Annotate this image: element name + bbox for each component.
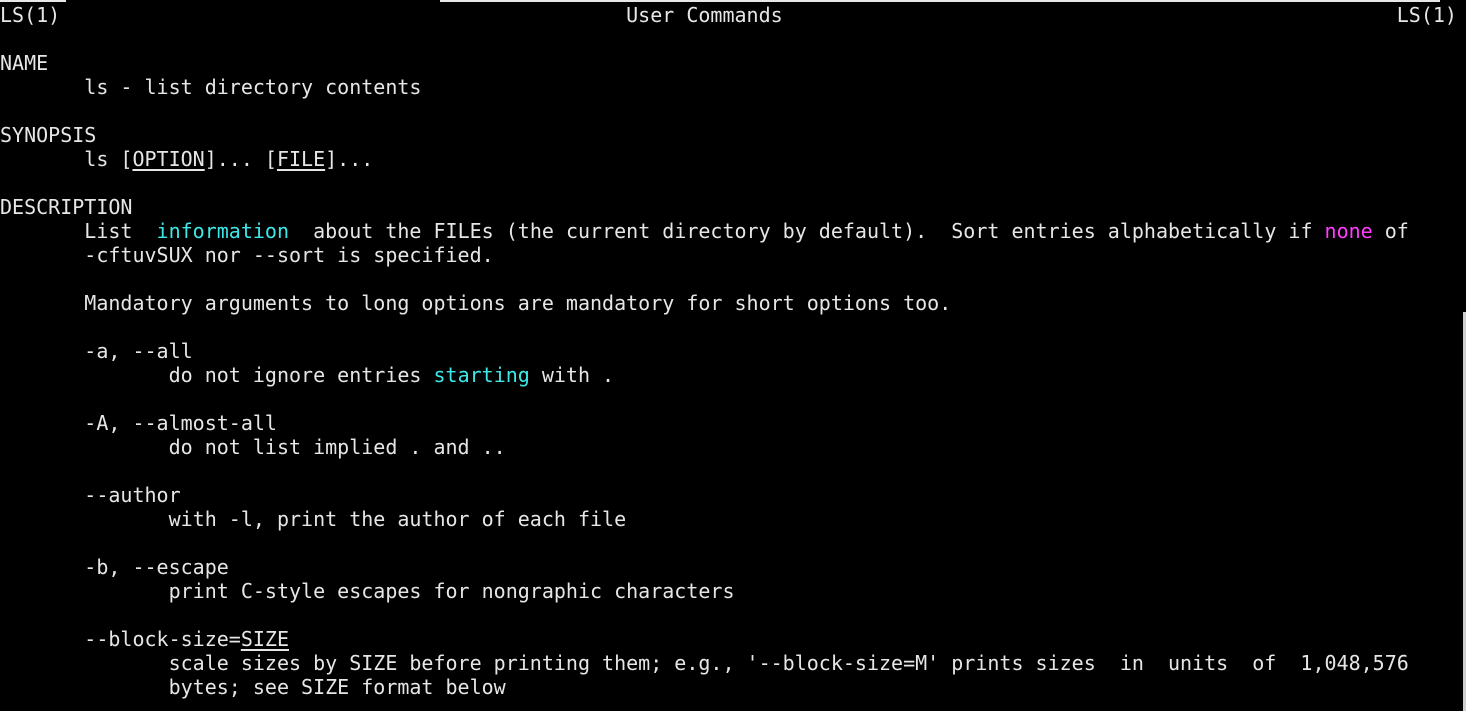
text-segment: with -l, print the author of each file xyxy=(0,507,627,531)
underlined-argument: SIZE xyxy=(240,627,289,651)
window-top-border xyxy=(0,0,66,2)
terminal-line: List information about the FILEs (the cu… xyxy=(0,219,1457,243)
terminal-line: ls [OPTION]... [FILE]... xyxy=(0,147,1457,171)
text-segment: of xyxy=(1372,219,1409,243)
text-segment: ls - list directory contents xyxy=(0,75,422,99)
terminal-line: Mandatory arguments to long options are … xyxy=(0,291,1457,315)
text-segment: print C-style escapes for nongraphic cha… xyxy=(0,579,735,603)
text-segment: -cftuvSUX nor --sort is specified. xyxy=(0,243,494,267)
text-segment: -A, --almost-all xyxy=(0,411,277,435)
text-segment: -b, --escape xyxy=(0,555,229,579)
text-segment: ]... [ xyxy=(204,147,277,171)
text-segment: -a, --all xyxy=(0,339,193,363)
highlighted-word: information xyxy=(156,219,289,243)
text-segment: with . xyxy=(529,363,615,387)
highlighted-word: none xyxy=(1324,219,1373,243)
terminal-line: -cftuvSUX nor --sort is specified. xyxy=(0,243,1457,267)
terminal-line: print C-style escapes for nongraphic cha… xyxy=(0,579,1457,603)
text-segment: ]... xyxy=(325,147,374,171)
text-segment: LS(1) User Commands LS(1) xyxy=(0,3,1457,27)
underlined-argument: OPTION xyxy=(132,147,205,171)
text-segment: do not ignore entries xyxy=(0,363,434,387)
window-top-border xyxy=(440,0,1440,2)
terminal-line: do not ignore entries starting with . xyxy=(0,363,1457,387)
terminal-line: --block-size=SIZE xyxy=(0,627,1457,651)
text-segment: do not list implied . and .. xyxy=(0,435,506,459)
terminal-line: SYNOPSIS xyxy=(0,123,1457,147)
text-segment: --author xyxy=(0,483,181,507)
terminal-line: -A, --almost-all xyxy=(0,411,1457,435)
highlighted-word: starting xyxy=(433,363,530,387)
terminal-line: bytes; see SIZE format below xyxy=(0,675,1457,699)
terminal-line: NAME xyxy=(0,51,1457,75)
terminal-line: do not list implied . and .. xyxy=(0,435,1457,459)
text-segment: SYNOPSIS xyxy=(0,123,97,147)
terminal-man-page: LS(1) User Commands LS(1) NAME ls - list … xyxy=(0,3,1457,699)
text-segment: List xyxy=(0,219,157,243)
text-segment: bytes; see SIZE format below xyxy=(0,675,506,699)
text-segment: NAME xyxy=(0,51,49,75)
man-header: LS(1) User Commands LS(1) xyxy=(0,3,1457,27)
terminal-line: DESCRIPTION xyxy=(0,195,1457,219)
text-segment: DESCRIPTION xyxy=(0,195,133,219)
text-segment: Mandatory arguments to long options are … xyxy=(0,291,952,315)
terminal-line: ls - list directory contents xyxy=(0,75,1457,99)
terminal-line: -b, --escape xyxy=(0,555,1457,579)
terminal-line: --author xyxy=(0,483,1457,507)
underlined-argument: FILE xyxy=(276,147,326,171)
text-segment: scale sizes by SIZE before printing them… xyxy=(0,651,1409,675)
terminal-line: scale sizes by SIZE before printing them… xyxy=(0,651,1457,675)
text-segment: --block-size= xyxy=(0,627,241,651)
terminal-line: -a, --all xyxy=(0,339,1457,363)
terminal-line: with -l, print the author of each file xyxy=(0,507,1457,531)
text-segment: ls [ xyxy=(0,147,133,171)
text-segment: about the FILEs (the current directory b… xyxy=(289,219,1325,243)
